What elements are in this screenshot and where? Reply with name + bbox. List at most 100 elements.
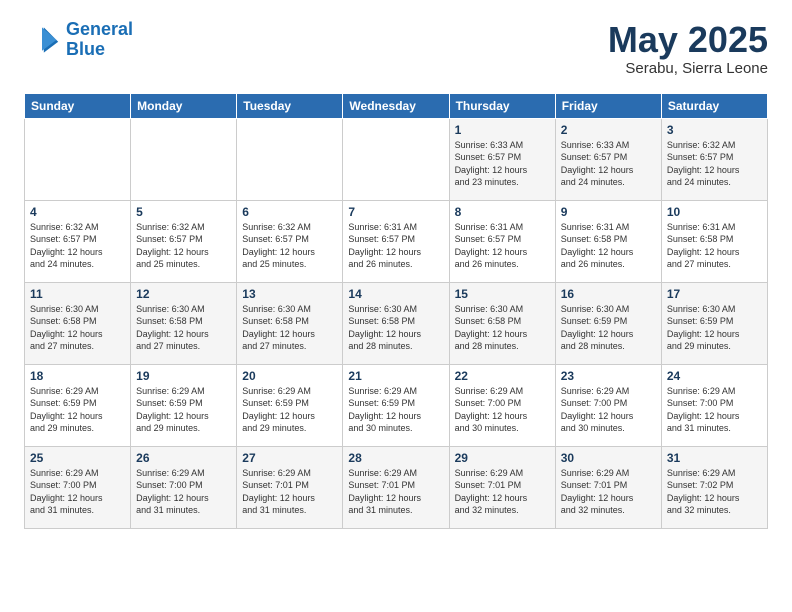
day-info: Sunrise: 6:33 AM Sunset: 6:57 PM Dayligh…	[455, 139, 550, 189]
day-number: 10	[667, 205, 762, 219]
day-number: 29	[455, 451, 550, 465]
day-number: 12	[136, 287, 231, 301]
day-info: Sunrise: 6:29 AM Sunset: 7:00 PM Dayligh…	[30, 467, 125, 517]
day-info: Sunrise: 6:32 AM Sunset: 6:57 PM Dayligh…	[136, 221, 231, 271]
day-info: Sunrise: 6:29 AM Sunset: 7:02 PM Dayligh…	[667, 467, 762, 517]
day-number: 13	[242, 287, 337, 301]
day-number: 21	[348, 369, 443, 383]
day-number: 23	[561, 369, 656, 383]
day-info: Sunrise: 6:32 AM Sunset: 6:57 PM Dayligh…	[242, 221, 337, 271]
calendar-cell: 29 Sunrise: 6:29 AM Sunset: 7:01 PM Dayli…	[449, 446, 555, 528]
day-info: Sunrise: 6:30 AM Sunset: 6:58 PM Dayligh…	[242, 303, 337, 353]
calendar-cell: 16 Sunrise: 6:30 AM Sunset: 6:59 PM Dayli…	[555, 282, 661, 364]
col-friday: Friday	[555, 93, 661, 118]
day-info: Sunrise: 6:29 AM Sunset: 6:59 PM Dayligh…	[242, 385, 337, 435]
day-info: Sunrise: 6:30 AM Sunset: 6:58 PM Dayligh…	[136, 303, 231, 353]
day-info: Sunrise: 6:29 AM Sunset: 7:01 PM Dayligh…	[561, 467, 656, 517]
logo-line1: General	[66, 19, 133, 39]
calendar-cell: 27 Sunrise: 6:29 AM Sunset: 7:01 PM Dayli…	[237, 446, 343, 528]
calendar-cell	[131, 118, 237, 200]
col-saturday: Saturday	[661, 93, 767, 118]
calendar-cell: 19 Sunrise: 6:29 AM Sunset: 6:59 PM Dayli…	[131, 364, 237, 446]
day-number: 24	[667, 369, 762, 383]
week-row-1: 1Sunrise: 6:33 AM Sunset: 6:57 PM Daylig…	[25, 118, 768, 200]
calendar-cell: 17 Sunrise: 6:30 AM Sunset: 6:59 PM Dayli…	[661, 282, 767, 364]
day-number: 11	[30, 287, 125, 301]
day-number: 26	[136, 451, 231, 465]
calendar-cell: 7Sunrise: 6:31 AM Sunset: 6:57 PM Daylig…	[343, 200, 449, 282]
day-info: Sunrise: 6:29 AM Sunset: 7:00 PM Dayligh…	[667, 385, 762, 435]
day-info: Sunrise: 6:30 AM Sunset: 6:58 PM Dayligh…	[348, 303, 443, 353]
day-info: Sunrise: 6:31 AM Sunset: 6:58 PM Dayligh…	[667, 221, 762, 271]
day-number: 18	[30, 369, 125, 383]
day-number: 25	[30, 451, 125, 465]
day-number: 15	[455, 287, 550, 301]
week-row-4: 18 Sunrise: 6:29 AM Sunset: 6:59 PM Dayli…	[25, 364, 768, 446]
day-number: 28	[348, 451, 443, 465]
col-tuesday: Tuesday	[237, 93, 343, 118]
header: General Blue May 2025 Serabu, Sierra Leo…	[24, 20, 768, 77]
calendar-cell: 28 Sunrise: 6:29 AM Sunset: 7:01 PM Dayli…	[343, 446, 449, 528]
calendar-cell: 31 Sunrise: 6:29 AM Sunset: 7:02 PM Dayli…	[661, 446, 767, 528]
day-info: Sunrise: 6:29 AM Sunset: 7:00 PM Dayligh…	[561, 385, 656, 435]
header-row: Sunday Monday Tuesday Wednesday Thursday…	[25, 93, 768, 118]
day-info: Sunrise: 6:29 AM Sunset: 6:59 PM Dayligh…	[136, 385, 231, 435]
day-number: 22	[455, 369, 550, 383]
day-info: Sunrise: 6:29 AM Sunset: 6:59 PM Dayligh…	[348, 385, 443, 435]
day-number: 27	[242, 451, 337, 465]
calendar-cell: 14 Sunrise: 6:30 AM Sunset: 6:58 PM Dayli…	[343, 282, 449, 364]
day-number: 2	[561, 123, 656, 137]
day-info: Sunrise: 6:29 AM Sunset: 6:59 PM Dayligh…	[30, 385, 125, 435]
day-number: 14	[348, 287, 443, 301]
calendar-cell: 12 Sunrise: 6:30 AM Sunset: 6:58 PM Dayli…	[131, 282, 237, 364]
logo: General Blue	[24, 20, 133, 60]
day-info: Sunrise: 6:29 AM Sunset: 7:01 PM Dayligh…	[348, 467, 443, 517]
day-info: Sunrise: 6:29 AM Sunset: 7:01 PM Dayligh…	[455, 467, 550, 517]
day-info: Sunrise: 6:31 AM Sunset: 6:57 PM Dayligh…	[455, 221, 550, 271]
day-info: Sunrise: 6:32 AM Sunset: 6:57 PM Dayligh…	[667, 139, 762, 189]
calendar-cell: 4Sunrise: 6:32 AM Sunset: 6:57 PM Daylig…	[25, 200, 131, 282]
calendar-cell: 30Sunrise: 6:29 AM Sunset: 7:01 PM Dayli…	[555, 446, 661, 528]
day-info: Sunrise: 6:30 AM Sunset: 6:58 PM Dayligh…	[455, 303, 550, 353]
calendar-cell: 5 Sunrise: 6:32 AM Sunset: 6:57 PM Daylig…	[131, 200, 237, 282]
day-info: Sunrise: 6:32 AM Sunset: 6:57 PM Dayligh…	[30, 221, 125, 271]
calendar-cell: 20 Sunrise: 6:29 AM Sunset: 6:59 PM Dayli…	[237, 364, 343, 446]
day-number: 7	[348, 205, 443, 219]
day-number: 16	[561, 287, 656, 301]
day-number: 20	[242, 369, 337, 383]
calendar-cell: 1Sunrise: 6:33 AM Sunset: 6:57 PM Daylig…	[449, 118, 555, 200]
day-number: 6	[242, 205, 337, 219]
col-wednesday: Wednesday	[343, 93, 449, 118]
page: General Blue May 2025 Serabu, Sierra Leo…	[0, 0, 792, 549]
calendar-cell	[25, 118, 131, 200]
calendar-cell	[343, 118, 449, 200]
calendar-cell: 15 Sunrise: 6:30 AM Sunset: 6:58 PM Dayli…	[449, 282, 555, 364]
calendar-cell: 6 Sunrise: 6:32 AM Sunset: 6:57 PM Daylig…	[237, 200, 343, 282]
day-info: Sunrise: 6:30 AM Sunset: 6:59 PM Dayligh…	[667, 303, 762, 353]
day-info: Sunrise: 6:30 AM Sunset: 6:59 PM Dayligh…	[561, 303, 656, 353]
day-info: Sunrise: 6:29 AM Sunset: 7:00 PM Dayligh…	[455, 385, 550, 435]
day-number: 5	[136, 205, 231, 219]
calendar-cell: 23 Sunrise: 6:29 AM Sunset: 7:00 PM Dayli…	[555, 364, 661, 446]
day-number: 31	[667, 451, 762, 465]
month-title: May 2025	[608, 20, 768, 60]
day-info: Sunrise: 6:31 AM Sunset: 6:58 PM Dayligh…	[561, 221, 656, 271]
col-sunday: Sunday	[25, 93, 131, 118]
day-info: Sunrise: 6:29 AM Sunset: 7:01 PM Dayligh…	[242, 467, 337, 517]
title-block: May 2025 Serabu, Sierra Leone	[608, 20, 768, 77]
calendar-cell: 10 Sunrise: 6:31 AM Sunset: 6:58 PM Dayli…	[661, 200, 767, 282]
day-info: Sunrise: 6:33 AM Sunset: 6:57 PM Dayligh…	[561, 139, 656, 189]
day-number: 8	[455, 205, 550, 219]
day-number: 19	[136, 369, 231, 383]
calendar-cell: 18 Sunrise: 6:29 AM Sunset: 6:59 PM Dayli…	[25, 364, 131, 446]
day-info: Sunrise: 6:30 AM Sunset: 6:58 PM Dayligh…	[30, 303, 125, 353]
week-row-3: 11 Sunrise: 6:30 AM Sunset: 6:58 PM Dayli…	[25, 282, 768, 364]
location: Serabu, Sierra Leone	[608, 60, 768, 77]
logo-icon	[24, 22, 60, 58]
calendar-table: Sunday Monday Tuesday Wednesday Thursday…	[24, 93, 768, 529]
col-monday: Monday	[131, 93, 237, 118]
day-number: 17	[667, 287, 762, 301]
calendar-cell: 24 Sunrise: 6:29 AM Sunset: 7:00 PM Dayli…	[661, 364, 767, 446]
calendar-cell: 22 Sunrise: 6:29 AM Sunset: 7:00 PM Dayli…	[449, 364, 555, 446]
calendar-cell: 3Sunrise: 6:32 AM Sunset: 6:57 PM Daylig…	[661, 118, 767, 200]
